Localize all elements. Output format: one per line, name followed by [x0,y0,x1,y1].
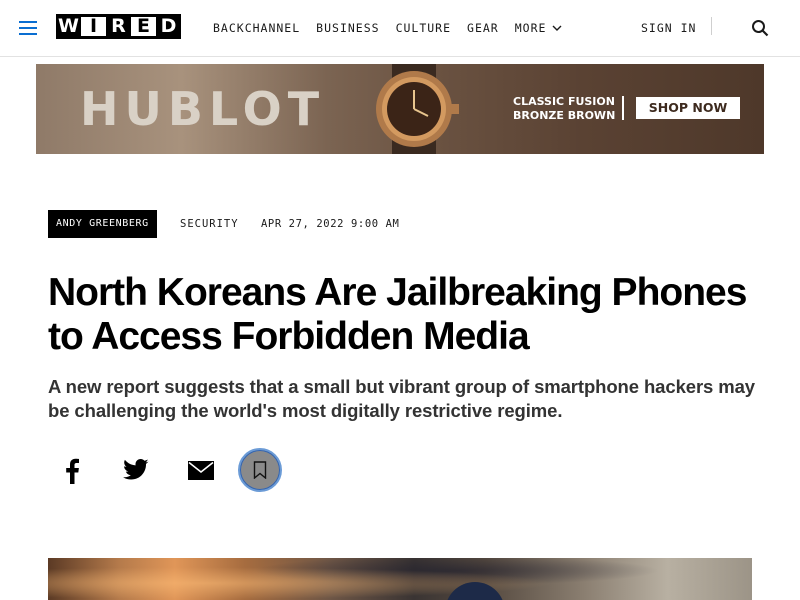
article-headline: North Koreans Are Jailbreaking Phones to… [48,271,747,358]
logo-letter: R [106,14,131,39]
facebook-icon[interactable] [64,458,80,484]
ad-brand-logo: HUBLOT [80,82,326,136]
wired-logo[interactable]: W I R E D [56,14,181,39]
logo-letter: I [81,14,106,39]
main-nav: BACKCHANNEL BUSINESS CULTURE GEAR MORE [213,21,578,35]
watch-image [376,64,459,154]
logo-letter: W [56,14,81,39]
nav-item-culture[interactable]: CULTURE [396,21,451,35]
logo-letter: D [156,14,181,39]
category-link[interactable]: SECURITY [180,217,239,231]
ad-divider [622,96,624,120]
site-header: W I R E D BACKCHANNEL BUSINESS CULTURE G… [0,0,800,57]
hamburger-menu-icon[interactable] [19,21,37,35]
nav-item-business[interactable]: BUSINESS [316,21,379,35]
sign-in-link[interactable]: SIGN IN [641,21,696,35]
twitter-icon[interactable] [123,459,149,481]
email-icon[interactable] [188,461,214,480]
author-byline[interactable]: ANDY GREENBERG [48,210,157,238]
publish-date: APR 27, 2022 9:00 AM [261,218,400,230]
lead-image [48,558,752,600]
ad-shop-now-button[interactable]: SHOP NOW [636,97,740,119]
logo-letter: E [131,14,156,39]
nav-more-label: MORE [514,21,547,35]
ad-banner[interactable]: HUBLOT CLASSIC FUSION BRONZE BROWN SHOP … [36,64,764,154]
search-icon[interactable] [751,19,769,37]
lead-image-haze [48,558,752,600]
nav-item-backchannel[interactable]: BACKCHANNEL [213,21,300,35]
ad-tagline: CLASSIC FUSION BRONZE BROWN [513,95,616,122]
bookmark-icon [253,461,267,479]
nav-item-more[interactable]: MORE [515,21,563,35]
header-divider [711,17,712,35]
chevron-down-icon [552,25,562,31]
save-article-button[interactable] [238,448,282,492]
nav-item-gear[interactable]: GEAR [467,21,499,35]
article-dek: A new report suggests that a small but v… [48,376,755,421]
